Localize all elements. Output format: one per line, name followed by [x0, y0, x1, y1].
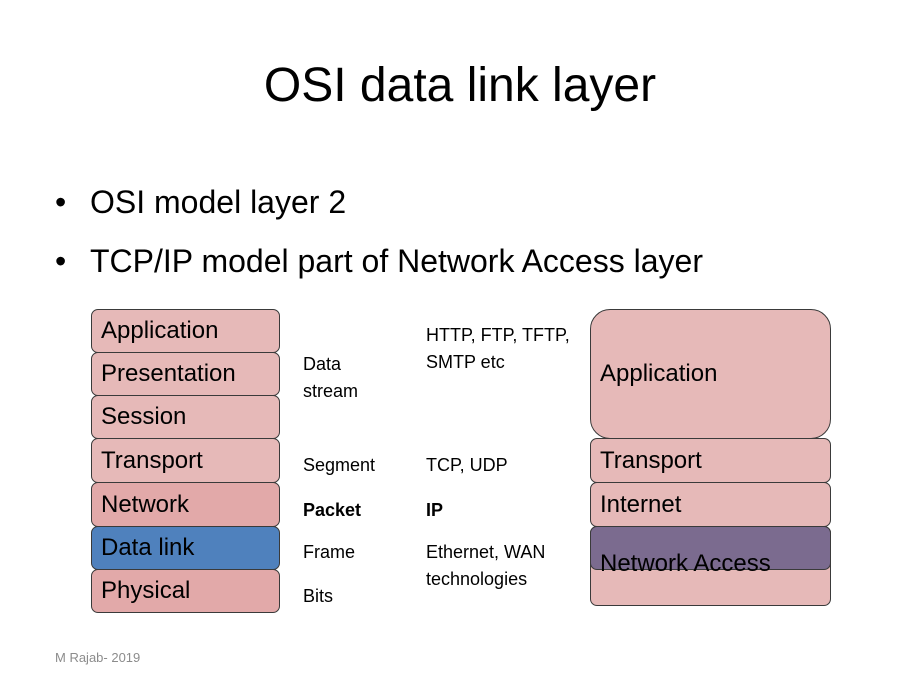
bullet-text: OSI model layer 2: [90, 184, 347, 220]
osi-layer-presentation: Presentation: [91, 352, 280, 396]
protocols-data-link: Ethernet, WAN technologies: [426, 542, 546, 589]
bullet-item: • OSI model layer 2: [55, 184, 346, 221]
pdu-packet: Packet: [303, 500, 362, 520]
osi-layer-data-link: Data link: [91, 526, 280, 570]
slide-title: OSI data link layer: [263, 59, 657, 112]
osi-layer-session: Session: [91, 395, 280, 439]
protocols-network: IP: [426, 500, 444, 520]
tcpip-layer-application: Application: [590, 309, 831, 439]
pdu-data-stream: Data stream: [303, 354, 359, 401]
tcpip-layer-transport: Transport: [590, 438, 831, 483]
pdu-segment: Segment: [303, 455, 376, 475]
tcpip-layer-internet: Internet: [590, 482, 831, 527]
bullet-item: • TCP/IP model part of Network Access lay…: [55, 243, 703, 280]
osi-layer-application: Application: [91, 309, 280, 353]
osi-layer-physical: Physical: [91, 569, 280, 613]
protocols-application: HTTP, FTP, TFTP, SMTP etc: [426, 325, 570, 372]
pdu-bits: Bits: [303, 586, 334, 606]
footer: M Rajab- 2019: [55, 650, 141, 665]
slide: OSI data link layer • OSI model layer 2 •…: [0, 0, 920, 690]
bullet-icon: •: [55, 184, 67, 220]
pdu-frame: Frame: [303, 542, 356, 562]
bullet-icon: •: [55, 243, 67, 279]
osi-layer-network: Network: [91, 482, 280, 527]
protocols-transport: TCP, UDP: [426, 455, 508, 475]
osi-layer-transport: Transport: [91, 438, 280, 483]
bullet-text: TCP/IP model part of Network Access laye…: [90, 243, 703, 279]
tcpip-layer-network-access: Network Access: [600, 550, 771, 577]
